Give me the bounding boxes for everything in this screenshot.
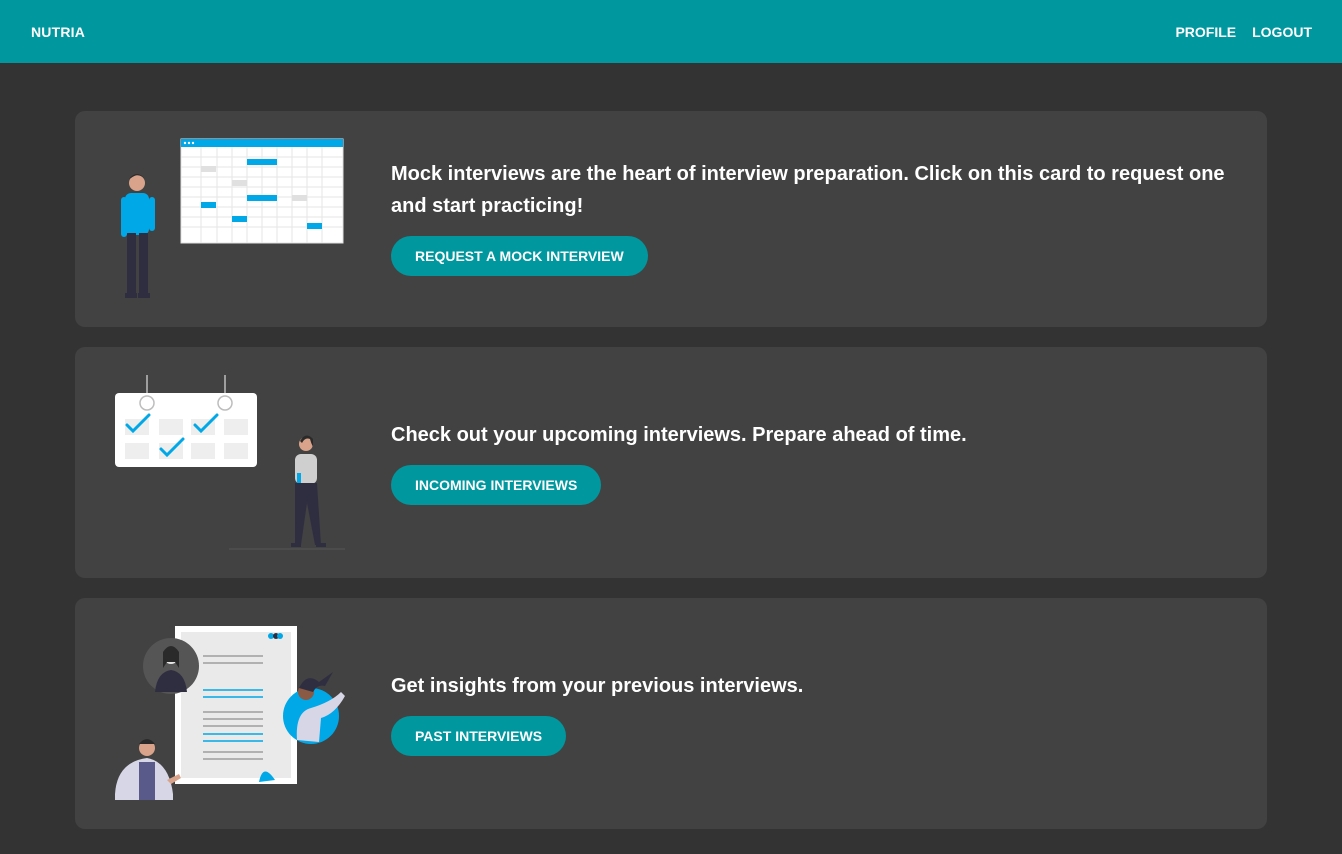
- nav-links: PROFILE LOGOUT: [1175, 24, 1312, 40]
- past-interviews-card-title: Get insights from your previous intervie…: [391, 675, 804, 697]
- mock-interview-card[interactable]: Mock interviews are the heart of intervi…: [75, 111, 1267, 327]
- mock-interview-card-text: Mock interviews are the heart of intervi…: [391, 158, 1227, 276]
- mock-interview-card-title: Mock interviews are the heart of intervi…: [391, 163, 1225, 217]
- past-interviews-button[interactable]: PAST INTERVIEWS: [391, 716, 567, 756]
- past-interviews-card-text: Get insights from your previous intervie…: [391, 670, 1227, 756]
- brand-logo[interactable]: NUTRIA: [31, 24, 85, 40]
- incoming-interviews-button[interactable]: INCOMING INTERVIEWS: [391, 465, 602, 505]
- past-interviews-card[interactable]: Get insights from your previous intervie…: [75, 598, 1267, 829]
- logout-link[interactable]: LOGOUT: [1252, 24, 1312, 40]
- profile-link[interactable]: PROFILE: [1175, 24, 1236, 40]
- request-mock-interview-button[interactable]: REQUEST A MOCK INTERVIEW: [391, 236, 648, 276]
- person-with-schedule-board-illustration: [121, 138, 344, 298]
- incoming-interviews-card-title: Check out your upcoming interviews. Prep…: [391, 424, 967, 446]
- people-around-document-illustration: [115, 626, 345, 800]
- person-with-calendar-checks-illustration: [115, 375, 345, 550]
- top-navbar: NUTRIA PROFILE LOGOUT: [0, 0, 1342, 63]
- incoming-interviews-card[interactable]: Check out your upcoming interviews. Prep…: [75, 347, 1267, 578]
- incoming-interviews-card-text: Check out your upcoming interviews. Prep…: [391, 419, 1227, 505]
